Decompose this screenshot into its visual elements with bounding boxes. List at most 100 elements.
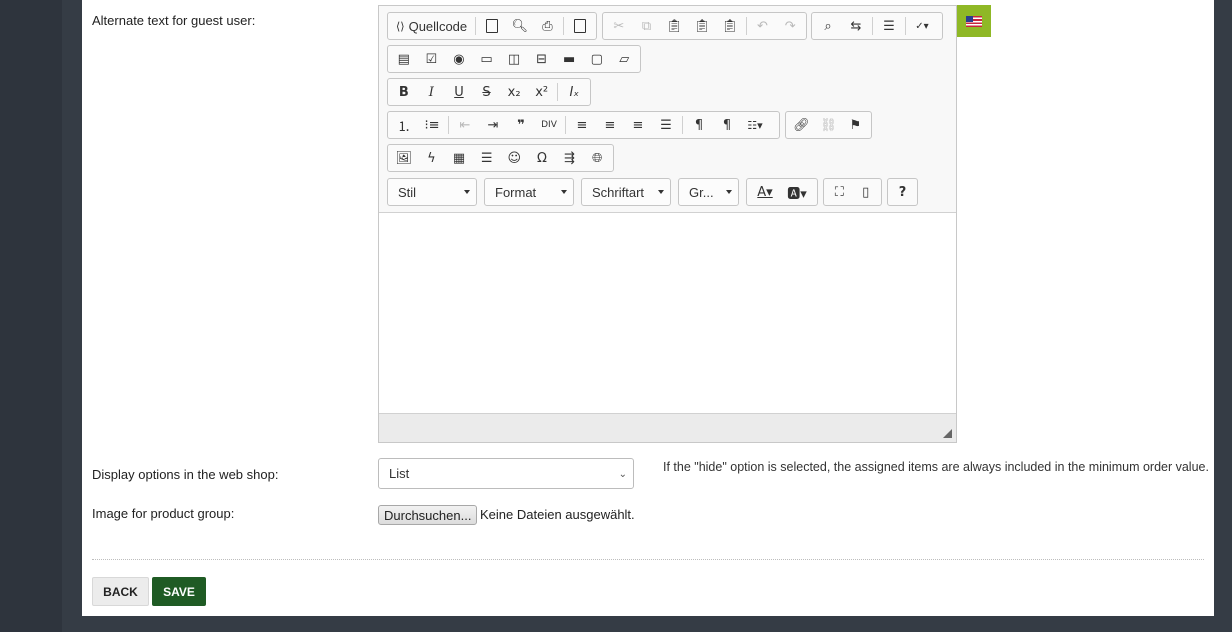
paste-word-icon[interactable]: 📋︎	[716, 14, 744, 38]
font-combo[interactable]: Schriftart	[581, 178, 671, 206]
new-page-icon[interactable]	[478, 14, 506, 38]
toolbar-separator	[745, 17, 747, 35]
format-combo-label: Format	[495, 184, 537, 200]
select-field-icon[interactable]: ⊟	[528, 47, 556, 71]
indent-icon[interactable]: ⇥	[479, 113, 507, 137]
select-all-icon[interactable]: ☰	[875, 14, 903, 38]
editor-toolbar: ⟨⟩ Quellcode 🔍︎ ⎙ ✂ ⧉ 📋︎ 📋︎ 📋︎ ↶ ↷ ⌕ ⇆ ☰…	[379, 6, 956, 213]
flash-icon[interactable]: ϟ	[418, 146, 446, 170]
checkbox-icon[interactable]: ☑	[418, 47, 446, 71]
paste-icon[interactable]: 📋︎	[660, 14, 688, 38]
toolbar-separator	[565, 116, 566, 134]
link-icon[interactable]: 🔗︎	[788, 113, 815, 137]
background-color-icon[interactable]: 🅰︎▾	[781, 180, 813, 204]
language-icon[interactable]: ☷▾	[741, 113, 769, 137]
remove-format-icon[interactable]: Iₓ	[560, 80, 588, 104]
source-icon: ⟨⟩	[396, 20, 405, 33]
special-char-icon[interactable]: Ω	[528, 146, 556, 170]
us-flag-icon	[966, 15, 982, 27]
anchor-icon[interactable]: ⚑	[842, 113, 869, 137]
help-icon[interactable]: ?	[890, 180, 915, 204]
display-options-value: List	[389, 466, 410, 481]
toolbar-separator	[905, 17, 906, 35]
font-size-combo-label: Gr...	[689, 184, 714, 200]
image-button-icon[interactable]: ▢	[583, 47, 611, 71]
textarea-icon[interactable]: ◫	[500, 47, 528, 71]
format-combo[interactable]: Format	[484, 178, 574, 206]
save-button[interactable]: SAVE	[152, 577, 206, 606]
chevron-down-icon	[726, 190, 732, 194]
button-field-icon[interactable]: ▬	[555, 47, 583, 71]
spellcheck-icon[interactable]: ✓▾	[908, 14, 936, 38]
text-color-icon[interactable]: A▾	[749, 180, 781, 204]
preview-icon[interactable]: 🔍︎	[506, 14, 534, 38]
unlink-icon[interactable]: ⛓	[815, 113, 842, 137]
paste-text-icon[interactable]: 📋︎	[688, 14, 716, 38]
source-button[interactable]: ⟨⟩ Quellcode	[390, 14, 473, 38]
subscript-icon[interactable]: x₂	[500, 80, 528, 104]
create-div-icon[interactable]: DIV	[535, 113, 563, 137]
horizontal-rule-icon[interactable]: ☰	[473, 146, 501, 170]
page-break-icon[interactable]: ⇶	[556, 146, 584, 170]
underline-icon[interactable]: U	[445, 80, 473, 104]
find-icon[interactable]: ⌕	[814, 14, 842, 38]
toolbar-group-links: 🔗︎ ⛓ ⚑	[785, 111, 872, 139]
hidden-field-icon[interactable]: ▱	[611, 47, 639, 71]
rich-text-editor: ⟨⟩ Quellcode 🔍︎ ⎙ ✂ ⧉ 📋︎ 📋︎ 📋︎ ↶ ↷ ⌕ ⇆ ☰…	[378, 5, 957, 443]
toolbar-separator	[872, 17, 873, 35]
toolbar-group-clipboard: ✂ ⧉ 📋︎ 📋︎ 📋︎ ↶ ↷	[602, 12, 807, 40]
outdent-icon[interactable]: ⇤	[451, 113, 479, 137]
toolbar-group-tools: ⛶ ▯	[823, 178, 882, 206]
textfield-icon[interactable]: ▭	[473, 47, 501, 71]
justify-icon[interactable]: ☰	[652, 113, 680, 137]
chevron-down-icon	[561, 190, 567, 194]
strike-icon[interactable]: S	[473, 80, 501, 104]
radio-icon[interactable]: ◉	[445, 47, 473, 71]
numbered-list-icon[interactable]: ⒈	[390, 113, 418, 137]
replace-icon[interactable]: ⇆	[842, 14, 870, 38]
font-combo-label: Schriftart	[592, 184, 645, 200]
undo-icon[interactable]: ↶	[749, 14, 777, 38]
templates-icon[interactable]	[566, 14, 594, 38]
back-button[interactable]: BACK	[92, 577, 149, 606]
file-status-text: Keine Dateien ausgewählt.	[480, 507, 635, 522]
ltr-icon[interactable]: ¶	[685, 113, 713, 137]
image-group-label: Image for product group:	[92, 506, 235, 521]
bulleted-list-icon[interactable]: ⁝≡	[418, 113, 446, 137]
toolbar-group-document: ⟨⟩ Quellcode 🔍︎ ⎙	[387, 12, 597, 40]
iframe-icon[interactable]: 🌐︎	[583, 146, 611, 170]
browse-button[interactable]: Durchsuchen...	[378, 505, 478, 525]
bold-icon[interactable]: B	[390, 80, 418, 104]
toolbar-separator	[557, 83, 559, 101]
blockquote-icon[interactable]: ❞	[507, 113, 535, 137]
toolbar-group-help: ?	[887, 178, 918, 206]
redo-icon[interactable]: ↷	[776, 14, 804, 38]
display-options-label: Display options in the web shop:	[92, 467, 279, 482]
smiley-icon[interactable]: ☺	[501, 146, 529, 170]
editor-status-bar	[379, 413, 956, 442]
align-left-icon[interactable]: ≡	[568, 113, 596, 137]
rtl-icon[interactable]: ¶	[713, 113, 741, 137]
guest-text-label: Alternate text for guest user:	[92, 13, 256, 28]
editor-content-area[interactable]	[379, 213, 956, 413]
display-options-select[interactable]: List ⌄	[378, 458, 634, 489]
resize-handle-icon[interactable]	[943, 429, 952, 438]
align-right-icon[interactable]: ≡	[624, 113, 652, 137]
language-toggle-button[interactable]	[957, 5, 991, 37]
maximize-icon[interactable]: ⛶	[826, 180, 853, 204]
style-combo-label: Stil	[398, 184, 417, 200]
show-blocks-icon[interactable]: ▯	[853, 180, 880, 204]
print-icon[interactable]: ⎙	[534, 14, 562, 38]
toolbar-group-forms: ▤ ☑ ◉ ▭ ◫ ⊟ ▬ ▢ ▱	[387, 45, 641, 73]
italic-icon[interactable]: I	[418, 80, 446, 104]
toolbar-group-editing: ⌕ ⇆ ☰ ✓▾	[811, 12, 943, 40]
table-icon[interactable]: ▦	[445, 146, 473, 170]
style-combo[interactable]: Stil	[387, 178, 477, 206]
font-size-combo[interactable]: Gr...	[678, 178, 739, 206]
align-center-icon[interactable]: ≡	[596, 113, 624, 137]
image-icon[interactable]: 🖼︎	[390, 146, 418, 170]
form-icon[interactable]: ▤	[390, 47, 418, 71]
copy-icon[interactable]: ⧉	[633, 14, 661, 38]
cut-icon[interactable]: ✂	[605, 14, 633, 38]
superscript-icon[interactable]: x²	[528, 80, 556, 104]
